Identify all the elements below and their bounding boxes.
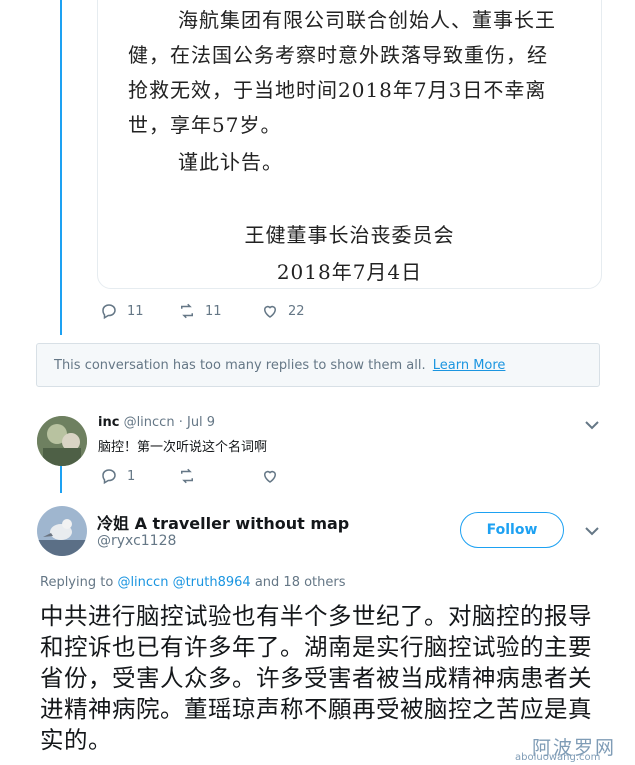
notice-line: 谨此讣告。 xyxy=(178,150,283,174)
reply-count: 1 xyxy=(127,468,136,484)
author-handle[interactable]: @linccn xyxy=(124,415,175,430)
too-many-replies-banner: This conversation has too many replies t… xyxy=(36,343,600,387)
retweet-count: 11 xyxy=(205,303,222,319)
notice-line: 海航集团有限公司联合创始人、董事长王 xyxy=(178,8,556,32)
replying-to: Replying to @linccn @truth8964 and 18 ot… xyxy=(40,575,346,590)
follow-button[interactable]: Follow xyxy=(460,512,564,548)
notice-date: 2018年7月4日 xyxy=(276,260,423,284)
like-action[interactable] xyxy=(261,467,288,485)
mention-link[interactable]: @linccn xyxy=(117,575,168,590)
reply-header: inc @linccn · Jul 9 xyxy=(98,415,215,430)
reply-icon xyxy=(102,469,116,485)
reply-action[interactable]: 1 xyxy=(100,467,178,485)
author-name[interactable]: 冷姐 A traveller without map xyxy=(97,510,349,534)
tweet-text: 中共进行脑控试验也有半个多世纪了。对脑控的报导和控诉也已有许多年了。湖南是实行脑… xyxy=(40,602,592,754)
heart-icon xyxy=(263,470,277,483)
mention-link[interactable]: @truth8964 xyxy=(173,575,251,590)
like-count: 22 xyxy=(288,303,305,319)
reply-count: 11 xyxy=(127,303,144,319)
separator: · xyxy=(178,415,183,430)
author-handle[interactable]: @ryxc1128 xyxy=(97,533,176,549)
replying-suffix[interactable]: and 18 others xyxy=(255,575,346,590)
retweet-action[interactable] xyxy=(178,467,261,485)
notice-line: 世，享年57岁。 xyxy=(128,113,282,137)
tweet-date[interactable]: Jul 9 xyxy=(187,415,215,430)
like-action[interactable]: 22 xyxy=(261,302,305,320)
avatar[interactable] xyxy=(37,416,87,466)
avatar[interactable] xyxy=(37,506,87,556)
learn-more-link[interactable]: Learn More xyxy=(433,358,506,373)
watermark-url: aboluowang.com xyxy=(515,752,601,763)
reply-icon xyxy=(102,304,116,320)
notice-signature: 王健董事长治丧委员会 xyxy=(244,223,455,247)
notice-line: 健，在法国公务考察时意外跌落导致重伤，经 xyxy=(128,43,548,67)
chevron-down-icon[interactable] xyxy=(585,526,599,536)
quoted-notice-image[interactable]: 海航集团有限公司联合创始人、董事长王 健，在法国公务考察时意外跌落导致重伤，经 … xyxy=(97,0,602,289)
tweet-actions: 11 11 22 xyxy=(100,302,305,320)
reply-text: 脑控！第一次听说这个名词啊 xyxy=(98,440,268,455)
thread-line xyxy=(60,0,62,335)
author-name[interactable]: inc xyxy=(98,415,119,430)
heart-icon xyxy=(263,305,277,318)
replying-prefix: Replying to xyxy=(40,575,114,590)
notice-line: 抢救无效，于当地时间2018年7月3日不幸离 xyxy=(128,78,547,102)
retweet-icon xyxy=(181,468,193,484)
reply-actions: 1 xyxy=(100,467,288,485)
reply-action[interactable]: 11 xyxy=(100,302,178,320)
chevron-down-icon[interactable] xyxy=(585,420,599,430)
banner-text: This conversation has too many replies t… xyxy=(54,358,426,373)
retweet-icon xyxy=(181,303,193,319)
retweet-action[interactable]: 11 xyxy=(178,302,261,320)
thread-line xyxy=(60,465,62,493)
